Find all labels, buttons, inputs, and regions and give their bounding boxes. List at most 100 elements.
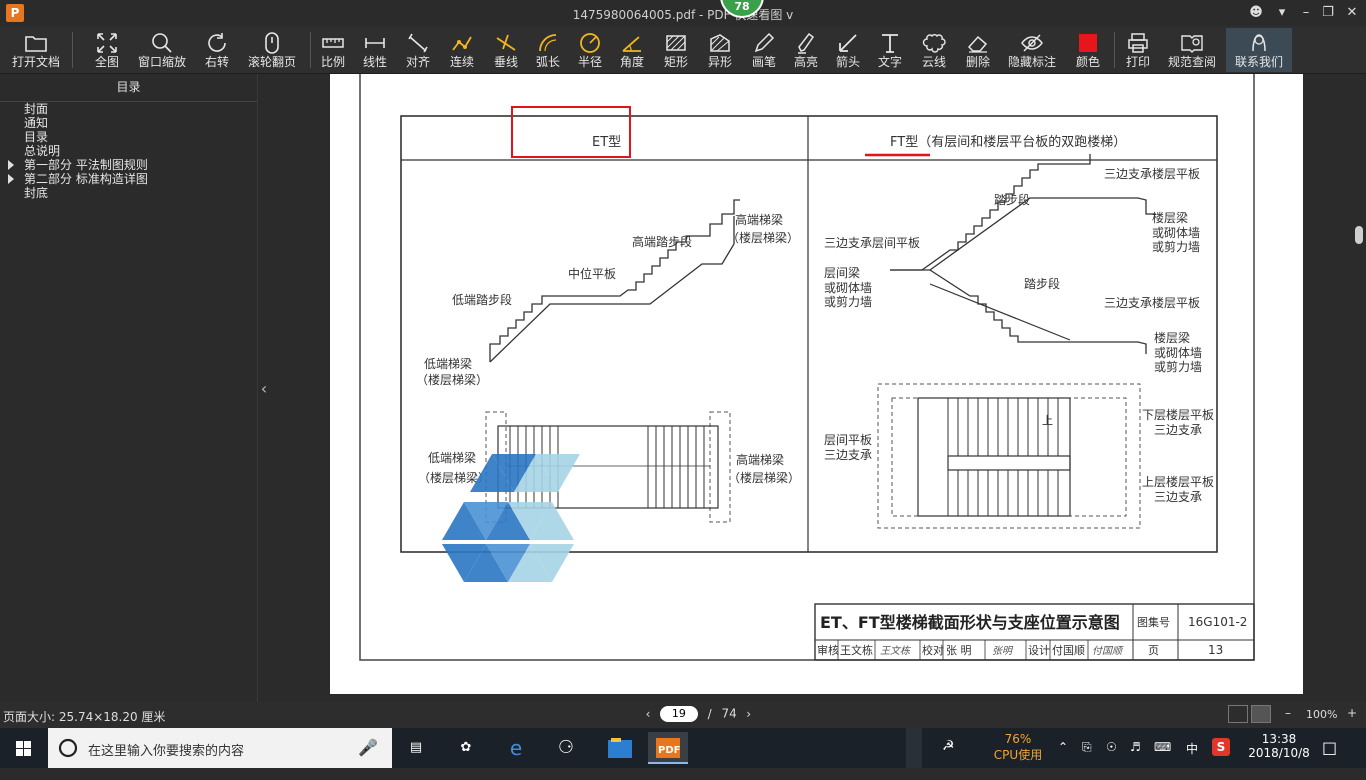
pinwheel-app-icon[interactable]: ✿ bbox=[446, 732, 486, 764]
taskbar-search-box[interactable]: 在这里输入你要搜索的内容 🎤 bbox=[48, 728, 392, 768]
user-icon[interactable]: ☻ bbox=[1246, 4, 1266, 22]
hide-annotations-button[interactable]: 隐藏标注 bbox=[1004, 28, 1060, 72]
cloud-line-button[interactable]: 云线 bbox=[916, 28, 952, 72]
restore-button[interactable]: ❐ bbox=[1318, 4, 1338, 22]
zoom-level: 100% bbox=[1306, 708, 1338, 721]
angle-button[interactable]: 角度 bbox=[614, 28, 650, 72]
window-zoom-button[interactable]: 窗口缩放 bbox=[134, 28, 190, 72]
clock-date: 2018/10/8 bbox=[1248, 746, 1310, 760]
text-button[interactable]: 文字 bbox=[872, 28, 908, 72]
align-measure-button[interactable]: 对齐 bbox=[400, 28, 436, 72]
radius-button[interactable]: 半径 bbox=[572, 28, 608, 72]
viewer-margin bbox=[1303, 74, 1352, 702]
sogou-ime-icon[interactable]: S bbox=[1212, 738, 1230, 756]
ft-label-wall-2a: 或砌体墙 bbox=[824, 281, 872, 295]
minimize-button[interactable]: – bbox=[1296, 4, 1316, 22]
main-toolbar: 打开文档 全图 窗口缩放 右转 滚轮翻页 比例 线性 对齐 连续 垂线 弧长 半… bbox=[0, 26, 1366, 74]
ie-browser-icon[interactable]: e bbox=[496, 732, 536, 764]
browser-swirl-icon[interactable]: ⚆ bbox=[546, 732, 586, 764]
delete-button[interactable]: 删除 bbox=[960, 28, 996, 72]
et-plan-label-low: 低端梯梁 bbox=[428, 450, 476, 465]
start-button[interactable] bbox=[0, 728, 48, 768]
prev-page-icon[interactable]: ‹ bbox=[640, 707, 656, 721]
ft-plan-label-landing-sub: 三边支承 bbox=[824, 448, 872, 462]
toc-item[interactable]: 总说明 bbox=[0, 144, 257, 158]
brush-button[interactable]: 画笔 bbox=[746, 28, 782, 72]
arc-length-button[interactable]: 弧长 bbox=[530, 28, 566, 72]
task-view-icon[interactable]: ▤ bbox=[396, 732, 436, 764]
close-button[interactable]: ✕ bbox=[1342, 4, 1362, 22]
toc-item[interactable]: 通知 bbox=[0, 116, 257, 130]
pen-icon bbox=[746, 31, 782, 55]
rotate-icon bbox=[198, 31, 236, 55]
rectangle-button[interactable]: 矩形 bbox=[658, 28, 694, 72]
toc-item[interactable]: 第二部分 标准构造详图 bbox=[0, 172, 257, 186]
expand-icon bbox=[88, 31, 126, 55]
toc-item[interactable]: 目录 bbox=[0, 130, 257, 144]
et-plan-high-beam bbox=[709, 411, 731, 523]
page-navigator: ‹ 19 / 74 › bbox=[640, 706, 757, 722]
arrow-button[interactable]: 箭头 bbox=[830, 28, 866, 72]
toc-item[interactable]: 封底 bbox=[0, 186, 257, 200]
notification-center-icon[interactable]: □ bbox=[1322, 738, 1337, 778]
print-button[interactable]: 打印 bbox=[1120, 28, 1156, 72]
expand-triangle-icon[interactable] bbox=[8, 160, 14, 170]
keyboard-icon[interactable]: ⌨ bbox=[1154, 740, 1171, 780]
ft-upper-soffit bbox=[890, 197, 1156, 271]
page-number-input[interactable]: 19 bbox=[659, 706, 698, 722]
pdf-page[interactable]: ET型 FT型（有层间和楼层平台板的双跑楼梯） 高端梯梁 （楼层梯梁） 高端踏步… bbox=[330, 74, 1303, 694]
toc-item[interactable]: 第一部分 平法制图规则 bbox=[0, 158, 257, 172]
color-button[interactable]: 颜色 bbox=[1070, 28, 1106, 72]
toc-list: 封面 通知 目录 总说明 第一部分 平法制图规则 第二部分 标准构造详图 封底 bbox=[0, 102, 257, 200]
vertical-scrollbar[interactable] bbox=[1352, 74, 1366, 702]
svg-text:PDF: PDF bbox=[658, 745, 680, 756]
checker-signature: 张明 bbox=[992, 645, 1014, 657]
collapse-sidebar-icon[interactable]: ‹ bbox=[258, 378, 270, 400]
microphone-icon[interactable]: 🎤 bbox=[358, 738, 378, 757]
pdf-viewer-taskbar-icon[interactable]: PDF bbox=[648, 732, 688, 764]
rotate-right-button[interactable]: 右转 bbox=[198, 28, 236, 72]
usb-device-icon[interactable]: ⎘ bbox=[1082, 740, 1092, 780]
scrollbar-thumb[interactable] bbox=[1355, 226, 1363, 244]
designer-name: 付国顺 bbox=[1052, 644, 1085, 657]
et-label-low-flight: 低端踏步段 bbox=[452, 292, 512, 307]
toc-item[interactable]: 封面 bbox=[0, 102, 257, 116]
clock[interactable]: 13:38 2018/10/8 bbox=[1244, 728, 1314, 768]
single-page-view-icon[interactable] bbox=[1251, 705, 1271, 723]
cpu-usage-widget[interactable]: 76% CPU使用 bbox=[990, 728, 1046, 768]
next-page-icon[interactable]: › bbox=[741, 707, 757, 721]
menu-dropdown-icon[interactable]: ▾ bbox=[1272, 4, 1292, 22]
two-page-view-icon[interactable] bbox=[1228, 705, 1248, 723]
perpendicular-button[interactable]: 垂线 bbox=[488, 28, 524, 72]
spec-query-button[interactable]: 规范查阅 bbox=[1164, 28, 1220, 72]
wifi-icon[interactable]: ☉ bbox=[1106, 740, 1117, 780]
people-icon[interactable]: ☭ bbox=[942, 738, 955, 778]
file-explorer-icon[interactable] bbox=[600, 732, 640, 764]
open-document-button[interactable]: 打开文档 bbox=[8, 28, 64, 72]
page-number: 13 bbox=[1208, 643, 1223, 657]
continuous-measure-button[interactable]: 连续 bbox=[444, 28, 480, 72]
ft-label-three-side-landing: 三边支承层间平板 bbox=[824, 236, 920, 250]
contact-us-button[interactable]: 联系我们 bbox=[1226, 28, 1292, 72]
ft-plan-inner bbox=[891, 397, 1127, 517]
ime-indicator[interactable]: 中 bbox=[1186, 740, 1198, 780]
zoom-out-icon[interactable]: – bbox=[1280, 706, 1296, 720]
show-hidden-icons-icon[interactable]: ⌃ bbox=[1058, 740, 1068, 780]
ruler-icon bbox=[316, 31, 350, 55]
tray-scroll-control[interactable] bbox=[906, 728, 922, 768]
title-block: ET、FT型楼梯截面形状与支座位置示意图 图集号 16G101-2 审核 王文栋… bbox=[814, 603, 1255, 661]
irregular-shape-button[interactable]: 异形 bbox=[702, 28, 738, 72]
et-label-high-beam-sub: （楼层梯梁） bbox=[727, 230, 799, 245]
scale-button[interactable]: 比例 bbox=[316, 28, 350, 72]
highlight-button[interactable]: 高亮 bbox=[788, 28, 824, 72]
expand-triangle-icon[interactable] bbox=[8, 174, 14, 184]
ft-label-three-side-top: 三边支承楼层平板 bbox=[1104, 166, 1200, 181]
volume-icon[interactable]: ♬ bbox=[1130, 740, 1141, 780]
linear-measure-button[interactable]: 线性 bbox=[358, 28, 392, 72]
zoom-in-icon[interactable]: + bbox=[1344, 706, 1360, 720]
et-stair-soffit bbox=[489, 216, 735, 363]
fit-page-button[interactable]: 全图 bbox=[88, 28, 126, 72]
scroll-page-button[interactable]: 滚轮翻页 bbox=[244, 28, 300, 72]
window-title: 1475980064005.pdf - PDF 快速看图 v bbox=[572, 8, 794, 22]
ft-label-three-side-bottom: 三边支承楼层平板 bbox=[1104, 295, 1200, 310]
